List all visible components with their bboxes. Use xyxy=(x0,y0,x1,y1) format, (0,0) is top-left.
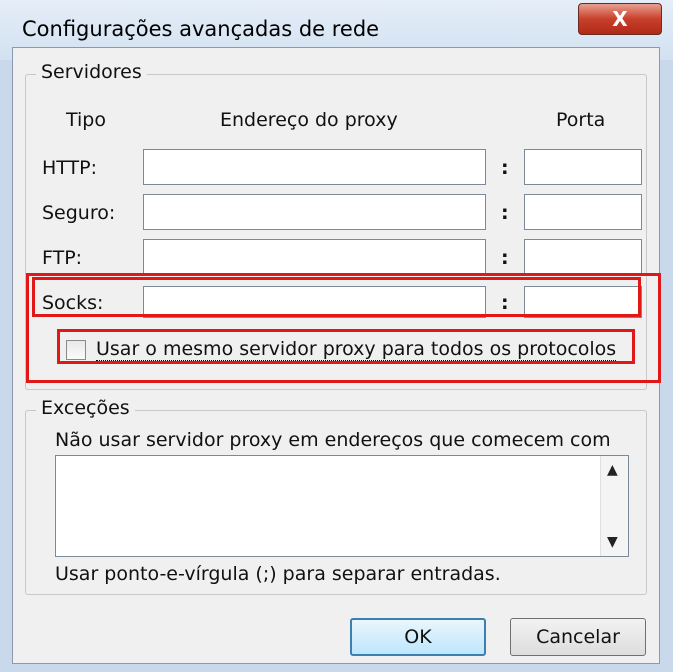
ftp-port-input[interactable] xyxy=(524,239,642,275)
exceptions-hint: Usar ponto-e-vírgula (;) para separar en… xyxy=(55,563,501,585)
cancel-button[interactable]: Cancelar xyxy=(510,618,646,656)
scroll-up-icon[interactable]: ▲ xyxy=(607,462,618,478)
dialog-body: Servidores Tipo Endereço do proxy Porta … xyxy=(12,47,661,664)
http-address-input[interactable] xyxy=(143,149,486,185)
secure-port-input[interactable] xyxy=(524,194,642,230)
secure-colon: : xyxy=(501,202,509,224)
http-port-input[interactable] xyxy=(524,149,642,185)
http-label: HTTP: xyxy=(42,157,98,179)
port-header: Porta xyxy=(556,109,606,131)
close-icon: X xyxy=(612,7,628,31)
address-header: Endereço do proxy xyxy=(220,109,398,131)
exceptions-group: Exceções Não usar servidor proxy em ende… xyxy=(25,397,647,595)
exceptions-textarea[interactable]: ▲ ▼ xyxy=(55,455,629,557)
ftp-colon: : xyxy=(501,247,509,269)
ftp-label: FTP: xyxy=(42,247,83,269)
servers-legend: Servidores xyxy=(36,61,147,83)
ftp-address-input[interactable] xyxy=(143,239,486,275)
secure-label: Seguro: xyxy=(42,202,116,224)
highlight-checkbox xyxy=(57,329,635,364)
dialog-title: Configurações avançadas de rede xyxy=(22,17,380,41)
network-settings-dialog: Configurações avançadas de rede X Servid… xyxy=(0,0,673,672)
highlight-socks-row xyxy=(32,277,641,317)
scroll-down-icon[interactable]: ▼ xyxy=(607,534,618,550)
exceptions-scrollbar[interactable]: ▲ ▼ xyxy=(600,456,628,556)
http-colon: : xyxy=(501,157,509,179)
exceptions-description: Não usar servidor proxy em endereços que… xyxy=(55,429,611,451)
secure-address-input[interactable] xyxy=(143,194,486,230)
close-button[interactable]: X xyxy=(578,3,662,35)
exceptions-legend: Exceções xyxy=(36,397,135,419)
type-header: Tipo xyxy=(66,109,106,131)
ok-button[interactable]: OK xyxy=(350,618,486,656)
